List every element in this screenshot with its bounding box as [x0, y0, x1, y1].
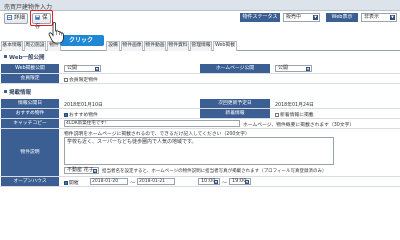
open-house-option[interactable]: 開催 — [64, 179, 79, 186]
recommend-checkbox[interactable] — [64, 113, 68, 117]
chevron-down-icon: ▼ — [214, 180, 218, 184]
description-label: 物件説明 — [1, 129, 59, 176]
open-house-date-from[interactable]: 2018-01-20 — [90, 178, 128, 185]
recommend-label: おすすめ物件 — [1, 109, 59, 118]
new-listing-label: 新着情報 — [200, 109, 270, 118]
posted-date-value: 2018年01月10日 — [64, 103, 103, 108]
tab-videos[interactable]: 物件動画 — [144, 41, 166, 51]
chevron-down-icon: ▼ — [93, 169, 97, 173]
web-public-select-value: 公開 — [67, 65, 78, 71]
click-callout: クリック — [60, 35, 104, 46]
chevron-down-icon: ▼ — [313, 15, 318, 20]
chevron-down-icon: ▼ — [306, 67, 310, 71]
posted-date-label: 情報公開日 — [1, 99, 59, 108]
section-web-general-title: Web一般公開 — [9, 55, 45, 61]
section-listing-title: 掲載情報 — [9, 90, 32, 96]
chevron-down-icon: ▼ — [390, 15, 395, 20]
open-house-range-separator: 〜 — [130, 181, 135, 186]
next-update-label: 次回更新予定日 — [200, 99, 270, 108]
recommend-option[interactable]: おすすめ物件 — [64, 111, 98, 118]
web-display-select[interactable]: 非表示 ▼ — [361, 13, 397, 22]
member-only-option[interactable]: 会員限定物件 — [64, 76, 98, 83]
tab-images[interactable]: 物件画像 — [121, 41, 143, 51]
row-divider — [0, 83, 400, 84]
open-house-label: オープンハウス — [1, 177, 59, 186]
status-select[interactable]: 販売中 ▼ — [283, 13, 320, 22]
description-textarea[interactable]: 学校も近く、スーパーなども徒歩圏内で人気の地域です。 — [64, 137, 334, 165]
status-select-value: 販売中 — [286, 14, 302, 20]
catch-copy-input[interactable]: 4LDK新築住宅です！ — [64, 120, 240, 127]
list-icon — [7, 15, 12, 20]
tab-surroundings[interactable]: 周辺施設 — [24, 41, 46, 51]
web-public-select[interactable]: 公開 ▼ — [64, 65, 101, 72]
status-label: 物件ステータス — [240, 13, 280, 22]
open-house-time-separator: 〜 — [222, 181, 227, 186]
section-bullet-icon — [4, 55, 7, 58]
new-listing-checkbox[interactable] — [275, 113, 279, 117]
homepage-public-select-value: 公開 — [278, 65, 289, 71]
hand-pointer-icon — [48, 22, 64, 44]
section-bullet-icon — [4, 90, 7, 93]
member-only-label: 会員限定 — [1, 74, 59, 83]
open-house-checkbox[interactable] — [64, 181, 68, 185]
tab-basic[interactable]: 基本情報 — [1, 41, 23, 51]
chevron-down-icon: ▼ — [245, 180, 249, 184]
agent-select[interactable]: 不動産 花子 ▼ — [64, 167, 99, 174]
member-only-checkbox[interactable] — [64, 78, 68, 82]
web-public-label: Web掲載公開 — [1, 64, 59, 73]
description-hint: 物件説明をホームページに掲載されるので、できるだけ記入してください（200文字） — [64, 132, 250, 137]
row-divider — [0, 186, 400, 187]
catch-copy-label: キャッチコピー — [1, 119, 59, 128]
homepage-public-label: ホームページ公開 — [200, 64, 270, 73]
tab-management[interactable]: 管理情報 — [190, 41, 212, 51]
homepage-public-select[interactable]: 公開 ▼ — [275, 65, 312, 72]
list-button[interactable]: 詳細 — [4, 13, 28, 24]
chevron-down-icon: ▼ — [95, 67, 99, 71]
new-listing-option[interactable]: 新着情報に掲載 — [275, 111, 314, 118]
tab-documents[interactable]: 物件資料 — [167, 41, 189, 51]
section-web-general: Web一般公開 — [0, 55, 400, 62]
row-divider — [0, 118, 400, 119]
row-divider — [0, 73, 400, 74]
open-house-time-from[interactable]: 10:00 ▼ — [198, 178, 220, 185]
tab-web-listing[interactable]: Web掲載 — [213, 41, 237, 51]
web-display-label: Web表示 — [326, 13, 358, 22]
row-divider — [0, 176, 400, 177]
agent-note: 担当者名を設定すると、ホームページの物件説明に担当者写真が掲載されます（プロフィ… — [102, 169, 327, 174]
window-titlebar: 売買戸建物件入力 — [0, 0, 400, 11]
section-listing: 掲載情報 — [0, 90, 400, 97]
open-house-time-to[interactable]: 19:00 ▼ — [229, 178, 251, 185]
row-divider — [0, 128, 400, 129]
web-display-select-value: 非表示 — [364, 14, 380, 20]
list-button-label: 詳細 — [14, 15, 26, 21]
next-update-value: 2018年01月24日 — [275, 103, 314, 108]
catch-copy-note: ホームページ、物件概要に掲載されます（30文字） — [243, 123, 355, 128]
tab-equipment[interactable]: 設備 — [106, 41, 120, 51]
agent-select-value: 不動産 花子 — [67, 167, 94, 173]
open-house-date-to[interactable]: 2018-01-21 — [137, 178, 175, 185]
